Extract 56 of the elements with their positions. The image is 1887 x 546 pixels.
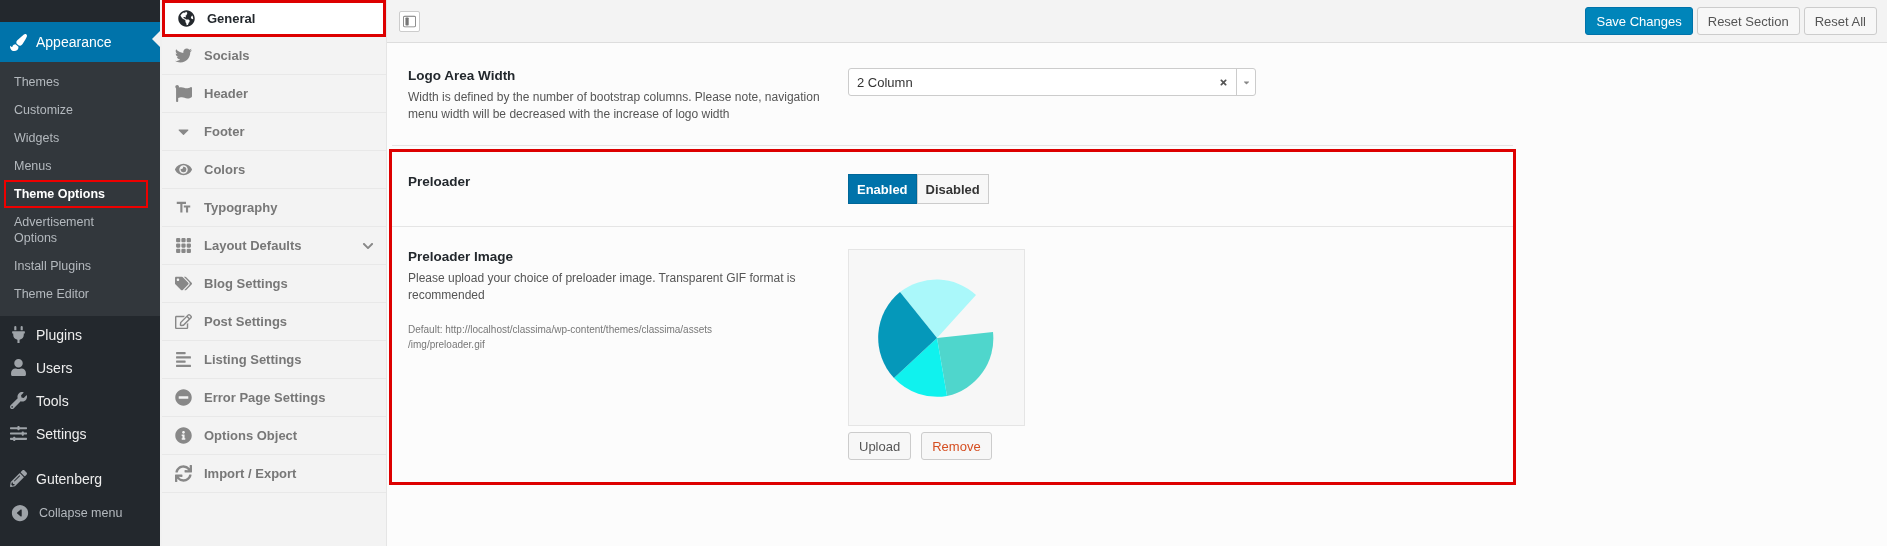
collapse-icon [10, 503, 30, 523]
submenu-item[interactable]: Theme Options [4, 180, 148, 208]
submenu-item[interactable]: Advertisement Options [4, 208, 148, 252]
option-icon [174, 275, 192, 292]
submenu-item[interactable]: Customize [4, 96, 148, 124]
submenu-item[interactable]: Widgets [4, 124, 148, 152]
default-path-text: Default: http://localhost/classima/wp-content/themes/classima/assets /img/preloader.gif [408, 323, 714, 352]
menu-item[interactable]: Gutenberg [0, 462, 160, 495]
option-icon [174, 237, 192, 254]
menu-item-label: Collapse menu [39, 506, 123, 520]
menu-item[interactable]: Users [0, 351, 160, 384]
menu-item-label: Settings [36, 425, 87, 442]
menu-item[interactable]: Appearance [0, 22, 160, 62]
toolbar-button[interactable]: Save Changes [1585, 7, 1693, 35]
menu-item[interactable]: Collapse menu [0, 495, 160, 531]
layout-toggle-icon[interactable] [399, 10, 420, 32]
submenu-item[interactable]: Menus [4, 152, 148, 180]
toggle-option[interactable]: Disabled [916, 174, 989, 204]
menu-item-label: Tools [36, 392, 69, 409]
setting-title: Preloader [408, 174, 472, 189]
menu-icon [10, 392, 27, 409]
submenu-item[interactable]: Install Plugins [4, 252, 148, 280]
option-icon [174, 85, 192, 102]
submenu-item[interactable]: Themes [4, 68, 148, 96]
option-icon [174, 47, 192, 64]
setting-title: Logo Area Width [408, 68, 517, 83]
setting-title: Preloader Image [408, 249, 515, 264]
menu-item-label: Appearance [36, 34, 112, 50]
option-icon [174, 313, 192, 330]
menu-item-label: Gutenberg [36, 470, 103, 487]
option-icon [174, 389, 192, 406]
toolbar-button[interactable]: Reset All [1803, 7, 1877, 35]
upload-button[interactable]: Upload [848, 432, 912, 460]
menu-item-label: Users [36, 359, 73, 376]
option-icon [174, 351, 192, 368]
menu-icon [10, 425, 27, 442]
menu-item-label: Plugins [36, 326, 82, 343]
remove-button[interactable]: Remove [921, 432, 992, 460]
select-field[interactable]: 2 Column [848, 68, 1256, 96]
menu-item[interactable]: Plugins [0, 318, 160, 351]
option-icon [174, 427, 192, 444]
option-icon [174, 161, 192, 178]
submenu-item[interactable]: Theme Editor [4, 280, 148, 308]
setting-description: Please upload your choice of preloader image. Transparent GIF format is recommended [408, 270, 797, 304]
setting-description: Width is defined by the number of bootstrap columns. Please note, navigation menu width will be decreased with the increase of logo width [408, 89, 821, 123]
option-icon [177, 10, 195, 27]
menu-item[interactable]: Settings [0, 417, 160, 450]
menu-icon [10, 470, 27, 487]
menu-item[interactable]: Tools [0, 384, 160, 417]
menu-icon [10, 359, 27, 376]
brush-icon [10, 33, 27, 51]
toggle-option[interactable]: Enabled [848, 174, 917, 204]
options-tab[interactable]: General [162, 0, 386, 37]
toolbar-button[interactable]: Reset Section [1696, 7, 1800, 35]
menu-icon [10, 326, 27, 343]
option-icon [174, 465, 192, 482]
